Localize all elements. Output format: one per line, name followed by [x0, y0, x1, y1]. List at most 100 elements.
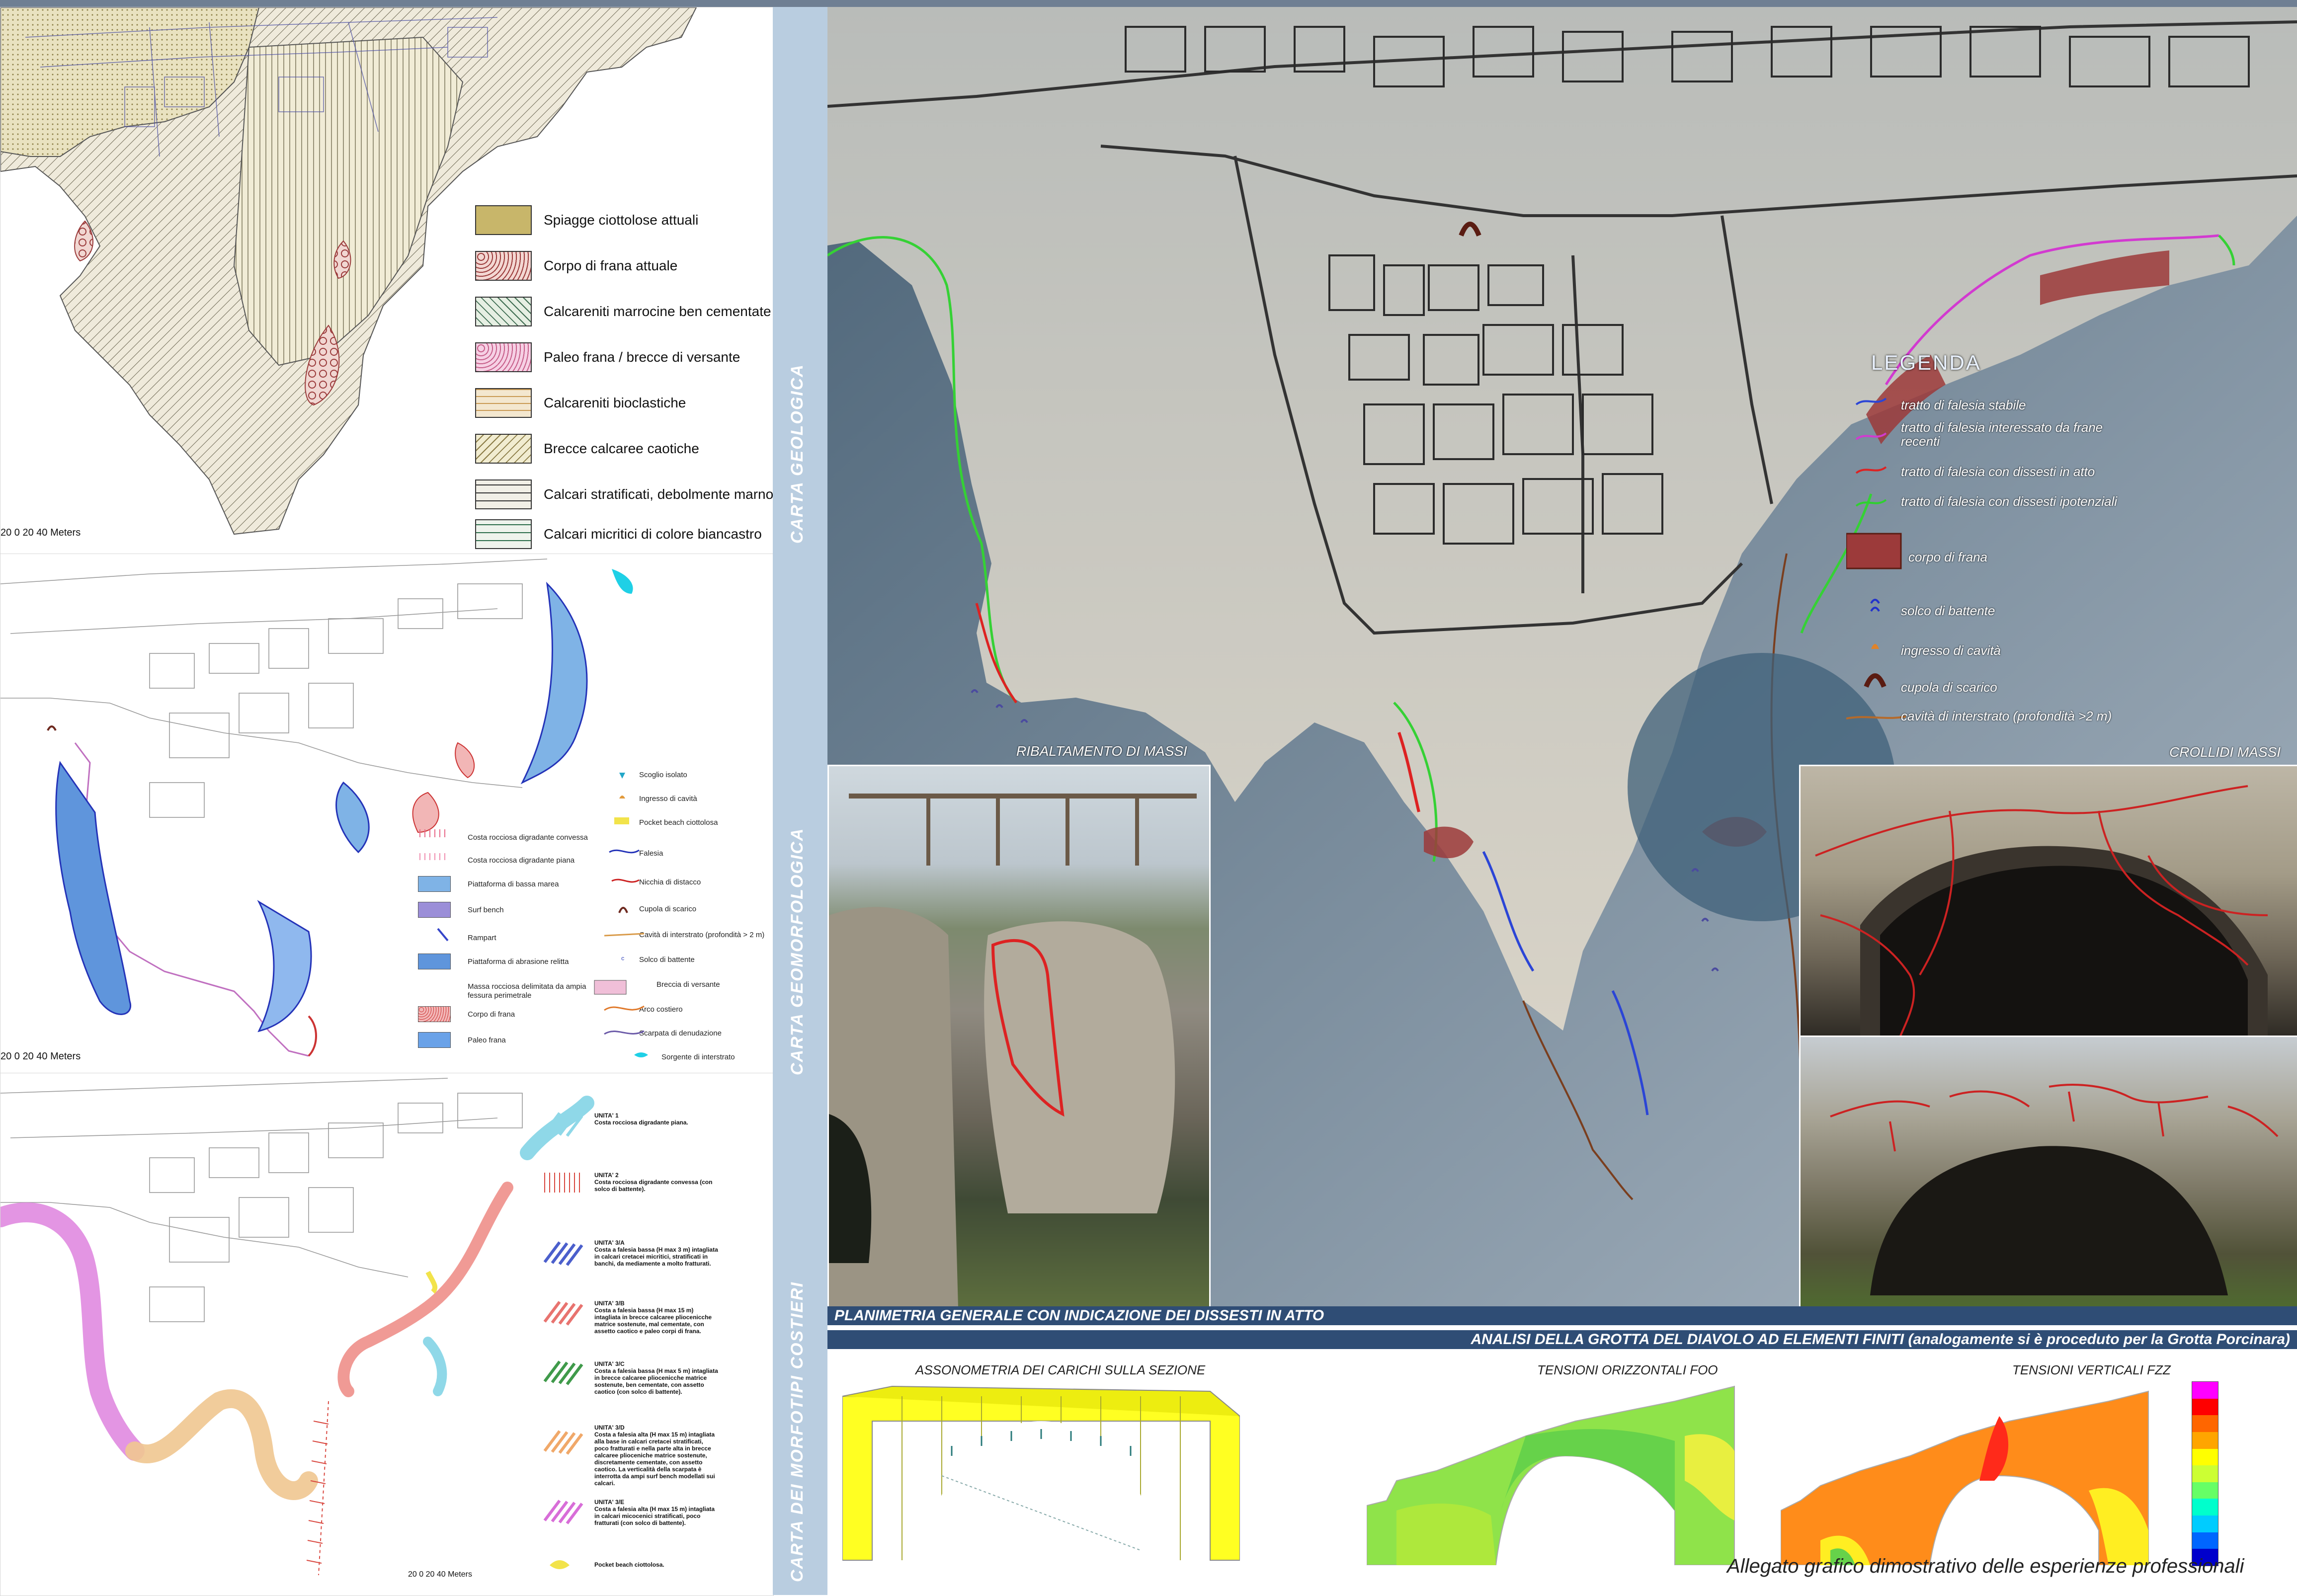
- geom-legend-massa: Massa rocciosa delimitata da ampia fessu…: [468, 982, 586, 1000]
- geo-legend-swatch: [475, 479, 532, 509]
- geo-legend-swatch: [475, 251, 532, 281]
- falesia-icon: [609, 849, 640, 854]
- geo-legend-swatch: [475, 388, 532, 418]
- cupola-scarico-icon: [1864, 673, 1887, 688]
- label-carta-geomorfologica: CARTA GEOMORFOLOGICA: [788, 827, 807, 1075]
- colorbar-stack: [2192, 1382, 2218, 1566]
- sorgente-icon: [634, 1052, 648, 1057]
- morph-unit-3d: UNITA' 3/D Costa a falesia alta (H max 15…: [594, 1424, 719, 1487]
- fem-assonometria-chart: [842, 1385, 1240, 1561]
- legenda-item-3: tratto di falesia con dissesti ipotenzia…: [1901, 494, 2118, 509]
- fem-title-assonometria: ASSONOMETRIA DEI CARICHI SULLA SEZIONE: [915, 1362, 1206, 1377]
- colorbar-band: [2192, 1532, 2218, 1549]
- cavita-icon: [604, 933, 645, 937]
- geom-legend-surf: Surf bench: [468, 906, 504, 914]
- photo-crolli-1-sketch: [1815, 785, 2268, 1037]
- morph-unit-3c: UNITA' 3/C Costa a falesia bassa (H max 5…: [594, 1360, 719, 1395]
- legenda-symbols: [1846, 398, 1906, 719]
- cupola-icon: [618, 907, 628, 913]
- unit-3b-swatch: [543, 1301, 583, 1326]
- unit-text: Costa a falesia bassa (H max 5 m) intagl…: [594, 1367, 718, 1395]
- colorbar-band: [2192, 1499, 2218, 1516]
- morph-unit-pocket: Pocket beach ciottolosa.: [594, 1561, 719, 1568]
- photo-label-crolli: CROLLIDI MASSI: [2169, 744, 2281, 760]
- unit-2-swatch: [544, 1173, 580, 1193]
- band-analisi: ANALISI DELLA GROTTA DEL DIAVOLO AD ELEM…: [827, 1330, 2297, 1349]
- top-bar: [0, 0, 2297, 7]
- legenda-item-1: tratto di falesia interessato da frane r…: [1901, 420, 2103, 449]
- falesia-dissesti-icon: [1855, 466, 1887, 474]
- geo-legend-row-3: Paleo frana / brecce di versante: [475, 342, 740, 372]
- cavita-interstrato-icon: [1846, 716, 1906, 719]
- photo-ribaltamento-sketch: [829, 794, 1197, 1306]
- nicchia-icon: [611, 878, 640, 883]
- legenda-item-7: cupola di scarico: [1901, 680, 1997, 695]
- geom-legend-bassa-marea: Piattaforma di bassa marea: [468, 880, 559, 888]
- scarpata-icon: [604, 1030, 645, 1035]
- geom-legend-piana: Costa rocciosa digradante piana: [468, 856, 575, 865]
- geom-legend-abrasione: Piattaforma di abrasione relitta: [468, 958, 569, 966]
- legenda-item-0: tratto di falesia stabile: [1901, 398, 2026, 412]
- label-carta-morfotipi: CARTA DEI MORFOTIPI COSTIERI: [788, 1281, 807, 1582]
- corpo-frana-icon: [1846, 533, 1902, 569]
- footer-caption: Allegato grafico dimostrativo delle espe…: [1727, 1555, 2244, 1577]
- photo-crolli-massi-2: [1799, 1036, 2297, 1306]
- arco-icon: [604, 1005, 645, 1011]
- unit-text: Costa a falesia alta (H max 15 m) intagl…: [594, 1506, 715, 1526]
- geo-legend-label: Calcari micritici di colore biancastro: [544, 526, 762, 542]
- geom-legend-left-lines: [419, 829, 449, 942]
- geo-legend-row-6: Calcari stratificati, debolmente marnosi: [475, 479, 773, 509]
- unit-1-swatch: [543, 1112, 583, 1137]
- falesia-stabile-icon: [1855, 398, 1887, 405]
- falesia-frane-icon: [1855, 432, 1887, 440]
- unit-title: UNITA' 1: [594, 1112, 619, 1119]
- scoglio-icon: [619, 773, 625, 779]
- photo-ribaltamento-massi: [827, 765, 1211, 1306]
- geo-legend-label: Paleo frana / brecce di versante: [544, 349, 740, 365]
- geom-legend-rampart: Rampart: [468, 934, 496, 942]
- photo-crolli-2-sketch: [1830, 1084, 2279, 1295]
- fem-title-verticali: TENSIONI VERTICALI FZZ: [2012, 1362, 2171, 1377]
- geo-legend-row-5: Brecce calcaree caotiche: [475, 434, 699, 464]
- unit-title: UNITA' 3/C: [594, 1360, 625, 1367]
- unit-3d-swatch: [543, 1430, 583, 1455]
- unit-title: UNITA' 3/E: [594, 1499, 624, 1506]
- colorbar-band: [2192, 1415, 2218, 1432]
- geo-legend-row-2: Calcareniti marrocine ben cementate: [475, 297, 771, 326]
- legenda-item-6: ingresso di cavità: [1901, 643, 2001, 658]
- scale-bar-geo: 20 0 20 40 Meters: [0, 527, 81, 538]
- unit-title: UNITA' 3/D: [594, 1424, 625, 1431]
- geo-legend-label: Brecce calcaree caotiche: [544, 441, 699, 456]
- geom-swatch-frana: [418, 1006, 451, 1022]
- morph-unit-3a: UNITA' 3/A Costa a falesia bassa (H max 3…: [594, 1239, 719, 1267]
- ingresso-cavita-icon: [1871, 644, 1879, 649]
- geo-legend-row-7: Calcari micritici di colore biancastro: [475, 519, 762, 549]
- morph-unit-1: UNITA' 1 Costa rocciosa digradante piana.: [594, 1112, 719, 1126]
- legenda-item-8: cavità di interstrato (profondità >2 m): [1901, 709, 2112, 723]
- geological-map: [0, 7, 773, 554]
- geo-legend-row-1: Corpo di frana attuale: [475, 251, 677, 281]
- geo-legend-row-4: Calcareniti bioclastiche: [475, 388, 686, 418]
- colorbar-band: [2192, 1432, 2218, 1449]
- unit-text: Costa a falesia alta (H max 15 m) intagl…: [594, 1431, 715, 1487]
- morph-unit-2: UNITA' 2 Costa rocciosa digradante conves…: [594, 1172, 719, 1193]
- legenda-item-4: corpo di frana: [1908, 550, 1987, 564]
- unit-text: Costa a falesia bassa (H max 3 m) intagl…: [594, 1246, 718, 1267]
- unit-text: Costa rocciosa digradante convessa (con …: [594, 1179, 713, 1193]
- unit-text: Pocket beach ciottolosa.: [594, 1561, 664, 1568]
- geom-legend-right-symbols: ᶜ: [594, 773, 648, 1057]
- solco-icon: ᶜ: [621, 955, 624, 964]
- geo-legend-swatch: [475, 434, 532, 464]
- morph-unit-swatches: [543, 1112, 583, 1569]
- morph-unit-3e: UNITA' 3/E Costa a falesia alta (H max 15…: [594, 1499, 719, 1526]
- colorbar-band: [2192, 1398, 2218, 1416]
- fem-colorbar: [2192, 1381, 2218, 1566]
- legenda-item-5: solco di battente: [1901, 603, 1995, 618]
- pocket-beach-icon: [614, 817, 629, 824]
- geom-swatch-abrasione: [418, 954, 451, 969]
- colorbar-band: [2192, 1482, 2218, 1499]
- unit-title: UNITA' 2: [594, 1172, 619, 1179]
- falesia-ipotenziali-icon: [1855, 499, 1887, 507]
- geom-legend-convessa: Costa rocciosa digradante convessa: [468, 833, 588, 842]
- colorbar-band: [2192, 1465, 2218, 1482]
